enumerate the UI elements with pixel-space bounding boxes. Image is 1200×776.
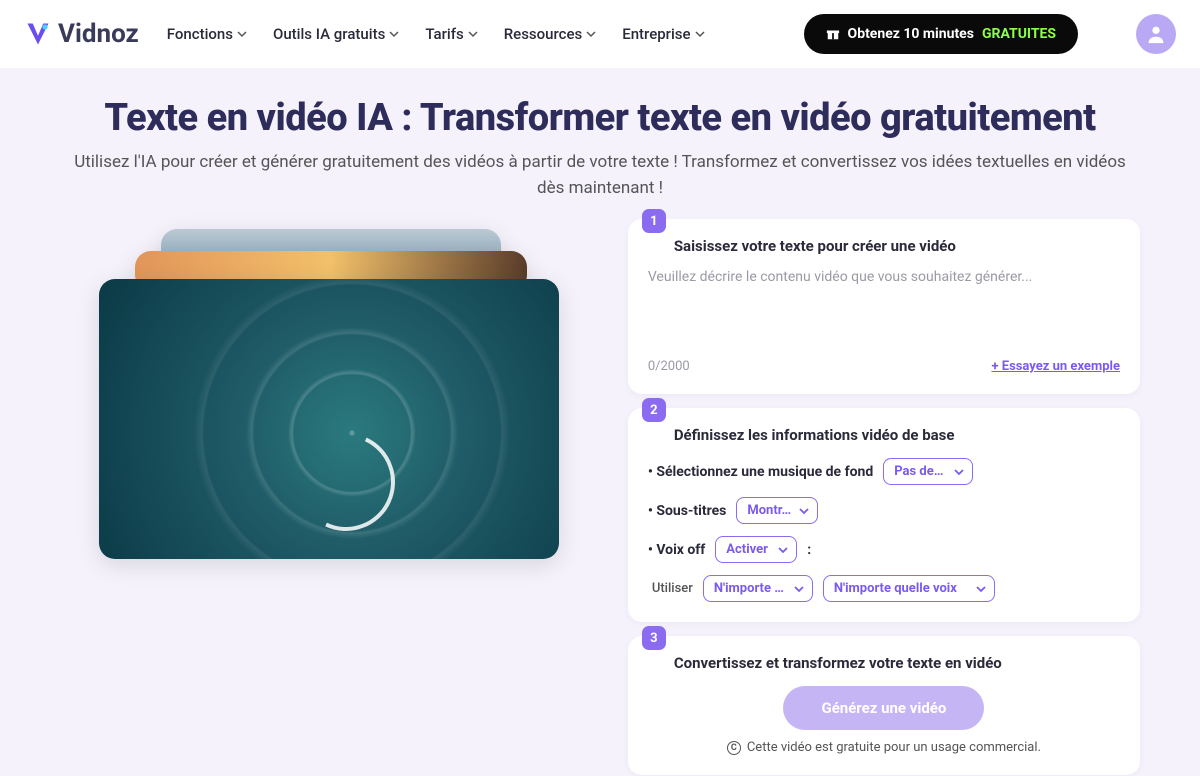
voice-colon: : <box>807 542 811 558</box>
use-language-select[interactable]: N'importe … <box>703 575 813 602</box>
music-label: Sélectionnez une musique de fond <box>648 464 873 480</box>
chevron-down-icon <box>695 29 705 39</box>
chevron-down-icon <box>586 29 596 39</box>
try-example-link[interactable]: + Essayez un exemple <box>991 359 1120 374</box>
use-label: Utiliser <box>652 581 693 596</box>
use-row: Utiliser N'importe … N'importe quelle vo… <box>652 575 1120 602</box>
generate-video-button[interactable]: Générez une vidéo <box>783 686 984 730</box>
chevron-down-icon <box>237 29 247 39</box>
chevron-down-icon <box>954 467 964 477</box>
subtitles-row: Sous-titres Montr… <box>648 497 1120 524</box>
main: 1 Saisissez votre texte pour créer une v… <box>0 219 1200 775</box>
cta-free-minutes-button[interactable]: Obtenez 10 minutes GRATUITES <box>804 14 1078 54</box>
chevron-down-icon <box>389 29 399 39</box>
profile-button[interactable] <box>1136 14 1176 54</box>
step3-card: 3 Convertissez et transformez votre text… <box>628 636 1140 775</box>
chevron-down-icon <box>799 506 809 516</box>
nav-outils-ia[interactable]: Outils IA gratuits <box>273 25 399 43</box>
person-icon <box>1145 23 1167 45</box>
header: Vidnoz Fonctions Outils IA gratuits Tari… <box>0 0 1200 68</box>
step-badge-1: 1 <box>642 209 666 233</box>
chevron-down-icon <box>976 584 986 594</box>
page-title: Texte en vidéo IA : Transformer texte en… <box>60 96 1140 140</box>
preview-layer-front <box>99 279 559 559</box>
chevron-down-icon <box>468 29 478 39</box>
page-subtitle: Utilisez l'IA pour créer et générer grat… <box>60 150 1140 201</box>
nav-tarifs[interactable]: Tarifs <box>425 25 477 43</box>
copyright-icon: C <box>727 741 741 755</box>
step2-title: Définissez les informations vidéo de bas… <box>674 426 1120 444</box>
subtitles-label: Sous-titres <box>648 503 727 519</box>
form-column: 1 Saisissez votre texte pour créer une v… <box>628 219 1140 775</box>
nav-entreprise[interactable]: Entreprise <box>622 25 704 43</box>
step2-card: 2 Définissez les informations vidéo de b… <box>628 408 1140 622</box>
cta-prefix: Obtenez 10 minutes <box>848 26 974 42</box>
logo-icon <box>24 20 52 48</box>
preview-image-stack <box>99 229 559 559</box>
nav-ressources[interactable]: Ressources <box>504 25 597 43</box>
logo-text: Vidnoz <box>58 19 139 49</box>
voice-row: Voix off Activer : <box>648 536 1120 563</box>
step3-title: Convertissez et transformez votre texte … <box>674 654 1120 672</box>
gift-icon <box>826 27 840 41</box>
chevron-down-icon <box>778 545 788 555</box>
use-voice-select[interactable]: N'importe quelle voix <box>823 575 995 602</box>
music-select[interactable]: Pas de m… <box>883 458 973 485</box>
music-row: Sélectionnez une musique de fond Pas de … <box>648 458 1120 485</box>
voice-select[interactable]: Activer <box>715 536 797 563</box>
hero: Texte en vidéo IA : Transformer texte en… <box>0 68 1200 219</box>
cta-highlight: GRATUITES <box>982 26 1056 42</box>
char-counter: 0/2000 <box>648 359 690 374</box>
prompt-input[interactable] <box>648 269 1120 347</box>
chevron-down-icon <box>794 584 804 594</box>
step-badge-2: 2 <box>642 398 666 422</box>
commercial-use-note: C Cette vidéo est gratuite pour un usage… <box>648 740 1120 755</box>
nav: Fonctions Outils IA gratuits Tarifs Ress… <box>167 25 776 43</box>
step1-card: 1 Saisissez votre texte pour créer une v… <box>628 219 1140 394</box>
logo[interactable]: Vidnoz <box>24 19 139 49</box>
subtitles-select[interactable]: Montr… <box>736 497 818 524</box>
nav-fonctions[interactable]: Fonctions <box>167 25 247 43</box>
voice-label: Voix off <box>648 542 705 558</box>
step1-title: Saisissez votre texte pour créer une vid… <box>674 237 1120 255</box>
step-badge-3: 3 <box>642 626 666 650</box>
preview-column <box>60 219 598 775</box>
